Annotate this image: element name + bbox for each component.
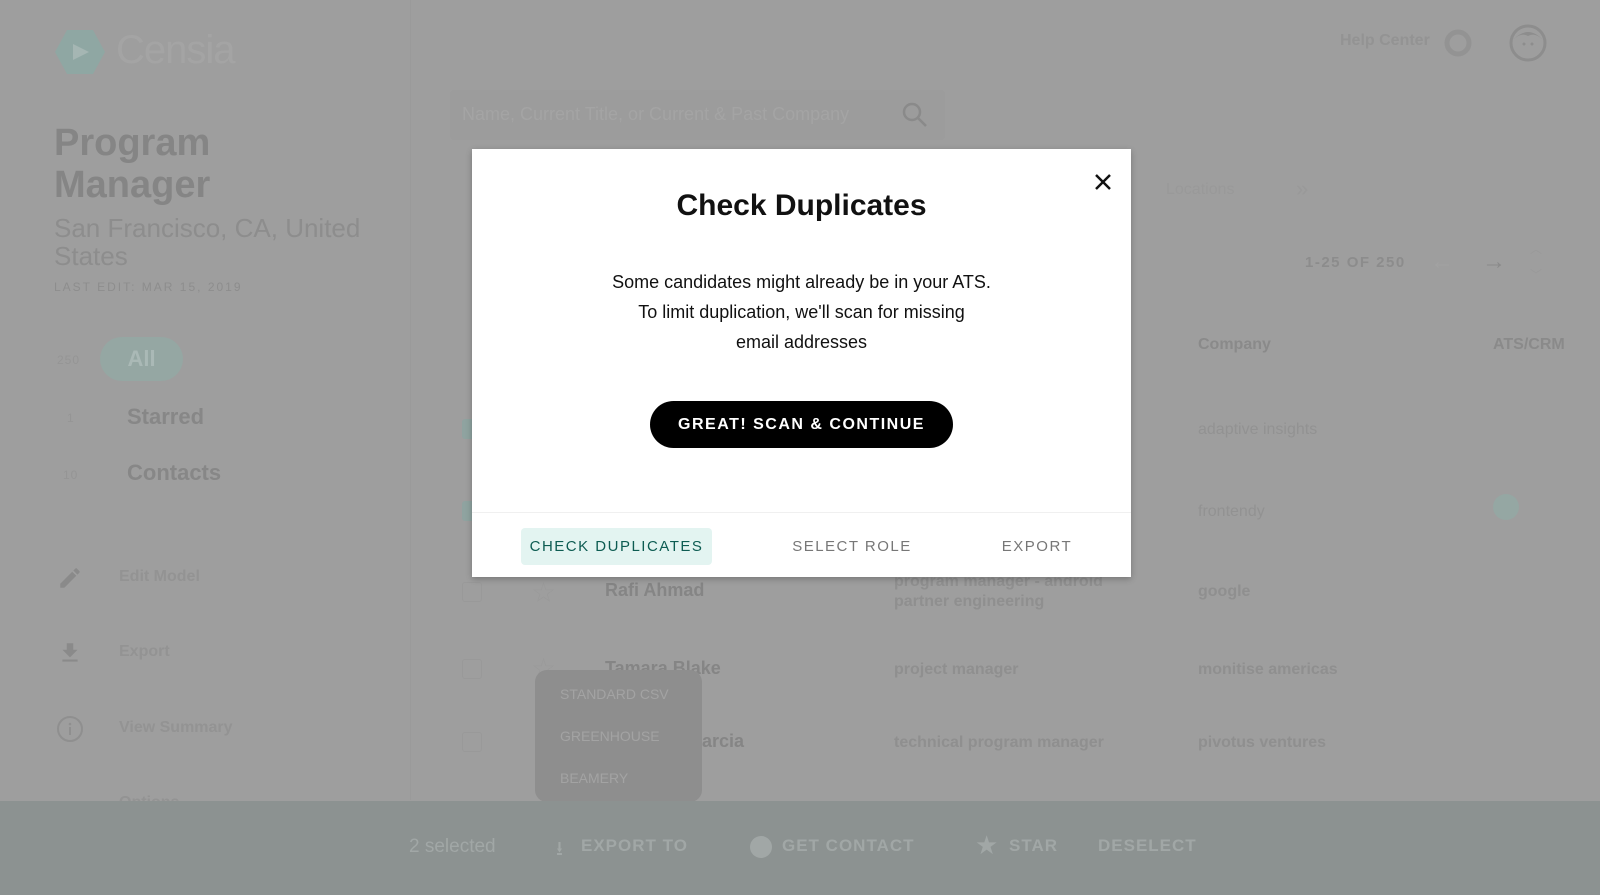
export-option-greenhouse[interactable]: GREENHOUSE [560, 728, 660, 744]
row-title: project manager [894, 661, 1019, 678]
modal-body-line: Some candidates might already be in your… [612, 272, 991, 292]
action-edit-model[interactable]: Edit Model [119, 568, 200, 586]
user-face-icon[interactable] [1509, 24, 1547, 62]
chevron-down-icon[interactable]: ﹀ [1530, 266, 1542, 283]
row-checkbox[interactable] [462, 582, 482, 602]
pagination-range: 1-25 OF 250 [1305, 254, 1406, 271]
star-icon: ★ [975, 830, 999, 860]
modal-title: Check Duplicates [676, 189, 927, 222]
star-icon[interactable]: ☆ [531, 576, 556, 609]
filter-count-starred: 1 [67, 411, 75, 425]
action-export[interactable]: Export [119, 643, 170, 661]
help-center-link[interactable]: Help Center [1340, 32, 1430, 50]
last-edit: LAST EDIT: MAR 15, 2019 [54, 280, 243, 294]
scan-continue-button[interactable]: GREAT! SCAN & CONTINUE [650, 401, 953, 448]
row-company: adaptive insights [1198, 421, 1318, 438]
row-company: google [1198, 583, 1251, 600]
step-check-duplicates[interactable]: CHECK DUPLICATES [521, 528, 712, 565]
check-duplicates-modal: Check Duplicates Some candidates might a… [472, 149, 1131, 577]
sidebar-divider [410, 0, 411, 800]
info-icon [57, 716, 83, 742]
step-select-role[interactable]: SELECT ROLE [762, 528, 942, 565]
export-option-standard-csv[interactable]: STANDARD CSV [560, 686, 669, 702]
modal-body: Some candidates might already be in your… [472, 267, 1131, 357]
download-icon [62, 643, 78, 662]
action-view-summary[interactable]: View Summary [119, 719, 233, 737]
location: San Francisco, CA, United States [54, 213, 361, 271]
get-contact-button[interactable]: GET CONTACT [782, 836, 915, 856]
modal-steps: CHECK DUPLICATES SELECT ROLE EXPORT [472, 512, 1131, 577]
filter-count-contacts: 10 [63, 468, 79, 482]
prev-page-icon[interactable]: ← [1430, 248, 1454, 276]
row-name[interactable]: arcia [702, 731, 744, 752]
export-option-beamery[interactable]: BEAMERY [560, 770, 628, 786]
row-company: pivotus ventures [1198, 734, 1327, 751]
export-dropdown: STANDARD CSV GREENHOUSE BEAMERY [535, 670, 702, 804]
selected-count: 2 selected [409, 836, 496, 857]
filter-locations[interactable]: Locations [1166, 181, 1235, 199]
filter-starred[interactable]: Starred [127, 404, 204, 430]
star-button[interactable]: STAR [1009, 836, 1058, 856]
row-name[interactable]: Rafi Ahmad [605, 580, 704, 601]
filter-contacts[interactable]: Contacts [127, 460, 221, 486]
row-checkbox[interactable] [462, 732, 482, 752]
page-title: Program Manager [54, 122, 211, 206]
column-header-ats[interactable]: ATS/CRM [1493, 336, 1565, 354]
search-icon[interactable] [902, 102, 928, 128]
search-placeholder: Name, Current Title, or Current & Past C… [462, 104, 850, 124]
logo-text: Censia [116, 28, 236, 72]
filter-all[interactable]: All [100, 337, 183, 381]
deselect-button[interactable]: DESELECT [1098, 836, 1197, 856]
chevron-up-icon[interactable]: ︿ [1530, 240, 1542, 257]
pencil-icon [60, 568, 80, 588]
search-input[interactable]: Name, Current Title, or Current & Past C… [450, 90, 945, 140]
download-icon: ⭳ [556, 838, 563, 860]
row-title: technical program manager [894, 734, 1104, 751]
lifebuoy-icon[interactable] [1444, 29, 1472, 57]
export-to-button[interactable]: EXPORT TO [581, 836, 688, 856]
censia-logo-icon [55, 30, 105, 74]
row-title: program manager - android partner engine… [894, 573, 1103, 610]
column-header-company[interactable]: Company [1198, 336, 1271, 354]
modal-body-line: email addresses [735, 332, 868, 352]
double-chevron-right-icon[interactable]: » [1296, 176, 1308, 202]
modal-body-line: To limit duplication, we'll scan for mis… [638, 302, 965, 322]
row-company: monitise americas [1198, 661, 1338, 678]
filter-count-all: 250 [57, 353, 81, 367]
next-page-icon[interactable]: → [1482, 248, 1506, 276]
ats-badge-icon[interactable] [1493, 494, 1519, 520]
step-export[interactable]: EXPORT [972, 528, 1102, 565]
row-checkbox[interactable] [462, 659, 482, 679]
globe-icon [750, 836, 772, 858]
row-company: frontendy [1198, 503, 1265, 520]
